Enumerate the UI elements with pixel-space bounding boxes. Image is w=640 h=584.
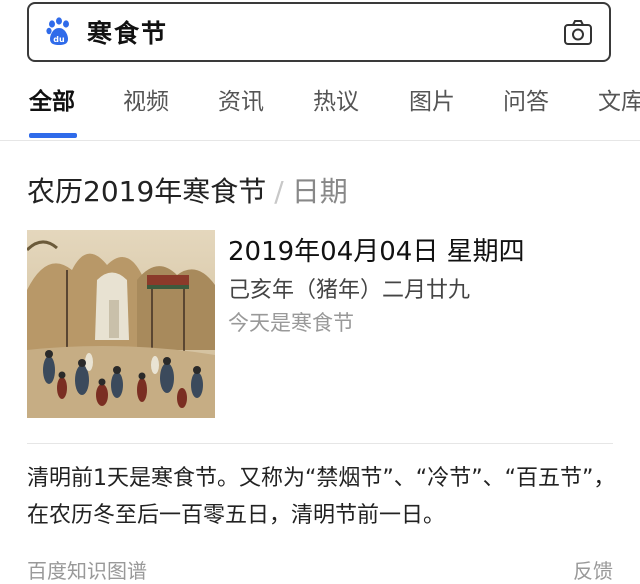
card-title-text: 农历2019年寒食节	[27, 175, 267, 208]
title-separator: /	[274, 175, 284, 208]
card-divider	[27, 443, 613, 444]
tab-discussion[interactable]: 热议	[313, 82, 359, 116]
lunar-date: 己亥年（猪年）二月廿九	[228, 278, 471, 303]
today-note: 今天是寒食节	[228, 311, 354, 335]
tab-news[interactable]: 资讯	[218, 82, 264, 116]
svg-text:du: du	[53, 35, 65, 44]
search-input[interactable]: 寒食节	[87, 14, 168, 50]
card-title[interactable]: 农历2019年寒食节 / 日期	[27, 170, 348, 210]
baidu-paw-icon: du	[45, 17, 73, 47]
card-title-subtitle: 日期	[291, 175, 348, 208]
active-tab-indicator	[29, 133, 77, 138]
tab-all[interactable]: 全部	[29, 82, 75, 116]
tab-video[interactable]: 视频	[123, 82, 169, 116]
tab-library[interactable]: 文库	[598, 82, 640, 116]
divider	[0, 140, 640, 141]
festival-description: 清明前1天是寒食节。又称为“禁烟节”、“冷节”、“百五节”，在农历冬至后一百零五…	[27, 466, 616, 528]
feedback-link[interactable]: 反馈	[573, 555, 613, 584]
source-link[interactable]: 百度知识图谱	[27, 555, 147, 584]
camera-icon[interactable]	[563, 19, 593, 47]
tab-bar: 全部 视频 资讯 热议 图片 问答 文库	[0, 82, 640, 122]
tab-images[interactable]: 图片	[409, 82, 455, 116]
festival-date: 2019年04月04日 星期四	[228, 237, 525, 267]
search-box[interactable]: du 寒食节	[27, 2, 611, 62]
festival-painting-image[interactable]	[27, 230, 215, 418]
tab-qa[interactable]: 问答	[503, 82, 549, 116]
